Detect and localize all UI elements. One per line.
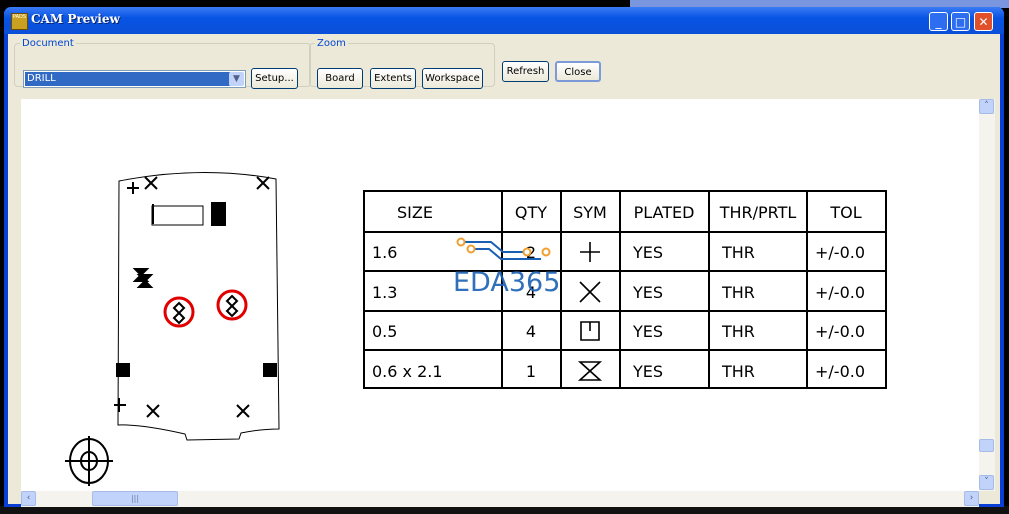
cell-size: 0.6 x 2.1 (372, 362, 443, 381)
scroll-left-button[interactable]: ‹ (21, 491, 36, 506)
cell-qty: 1 (526, 362, 536, 381)
cell-plated: YES (632, 243, 663, 262)
drill-table-text: SIZEQTYSYMPLATEDTHR/PRTLTOL1.62YESTHR+/-… (372, 203, 865, 381)
cell-tol: +/-0.0 (815, 243, 865, 262)
table-header: SYM (573, 203, 607, 222)
sym-x-icon (579, 281, 601, 303)
hourglass-symbol (132, 268, 154, 288)
x-symbol (256, 176, 270, 190)
close-button[interactable]: Close (555, 61, 601, 82)
document-select[interactable]: DRILL ▼ (23, 70, 246, 88)
board-outline (117, 171, 280, 441)
chevron-down-icon[interactable]: ▼ (229, 72, 244, 86)
sym-plus-icon (580, 242, 600, 262)
target-symbol (65, 436, 113, 486)
scroll-up-button[interactable]: ˄ (979, 99, 994, 114)
cell-tol: +/-0.0 (815, 362, 865, 381)
drill-drawing: SIZEQTYSYMPLATEDTHR/PRTLTOL1.62YESTHR+/-… (65, 171, 887, 486)
cell-thr: THR (721, 322, 755, 341)
cell-thr: THR (721, 283, 755, 302)
preview-canvas[interactable]: SIZEQTYSYMPLATEDTHR/PRTLTOL1.62YESTHR+/-… (21, 99, 979, 491)
setup-button[interactable]: Setup... (251, 68, 298, 89)
title-bar[interactable]: PADS CAM Preview _ □ ✕ (4, 7, 1004, 34)
cell-size: 1.3 (372, 283, 397, 302)
cell-size: 1.6 (372, 243, 397, 262)
pads-app-icon: PADS (11, 13, 28, 30)
plus-symbol (114, 398, 126, 412)
vertical-scroll-thumb[interactable] (979, 439, 994, 452)
x-symbol (144, 176, 158, 190)
zoom-group-label: Zoom (317, 38, 346, 49)
cell-plated: YES (632, 283, 663, 302)
plus-symbol (127, 182, 139, 194)
table-header: TOL (829, 203, 861, 222)
watermark-text: EDA365 (453, 267, 560, 298)
board-symbols (114, 176, 277, 418)
minimize-button[interactable]: _ (929, 12, 948, 31)
box-symbol (211, 202, 226, 226)
window-title: CAM Preview (31, 12, 120, 26)
eda365-watermark-logo: EDA365 (453, 237, 560, 298)
cell-thr: THR (721, 362, 755, 381)
document-group-label: Document (22, 38, 74, 49)
cell-tol: +/-0.0 (815, 283, 865, 302)
horizontal-scrollbar[interactable]: ‹ ||| › (21, 491, 979, 507)
table-header: PLATED (634, 203, 695, 222)
document-group: Document DRILL ▼ Setup... (14, 38, 311, 89)
horizontal-scroll-thumb[interactable]: ||| (92, 491, 178, 506)
document-select-value: DRILL (24, 71, 231, 87)
vertical-scrollbar[interactable]: ˄ ˅ (979, 99, 995, 491)
table-header: THR/PRTL (719, 203, 797, 222)
client-area: Document DRILL ▼ Setup... Zoom Board Ext… (8, 34, 1000, 507)
zoom-group: Zoom Board Extents Workspace (309, 38, 495, 89)
highlighted-holes (163, 289, 248, 328)
sym-hourglass-icon (577, 361, 603, 381)
table-header: QTY (515, 203, 547, 222)
zoom-extents-button[interactable]: Extents (370, 68, 416, 89)
scroll-down-button[interactable]: ˅ (979, 475, 994, 490)
background-taskbar (0, 506, 1009, 514)
zoom-workspace-button[interactable]: Workspace (422, 68, 483, 89)
cell-tol: +/-0.0 (815, 322, 865, 341)
component-rect (151, 205, 204, 226)
cell-size: 0.5 (372, 322, 397, 341)
drill-table (363, 190, 887, 389)
close-window-button[interactable]: ✕ (974, 12, 993, 31)
cell-plated: YES (632, 322, 663, 341)
cell-thr: THR (721, 243, 755, 262)
app-icon-text: PADS (12, 14, 27, 20)
x-symbol (236, 404, 250, 418)
table-header: SIZE (397, 203, 433, 222)
sym-box-tick-icon (580, 321, 600, 341)
cam-preview-window: PADS CAM Preview _ □ ✕ Document DRILL ▼ … (4, 7, 1004, 507)
cell-qty: 4 (526, 322, 536, 341)
maximize-button[interactable]: □ (951, 12, 970, 31)
cell-plated: YES (632, 362, 663, 381)
zoom-board-button[interactable]: Board (317, 68, 363, 89)
scroll-right-button[interactable]: › (964, 491, 979, 506)
refresh-button[interactable]: Refresh (502, 61, 549, 82)
x-symbol (146, 404, 160, 418)
